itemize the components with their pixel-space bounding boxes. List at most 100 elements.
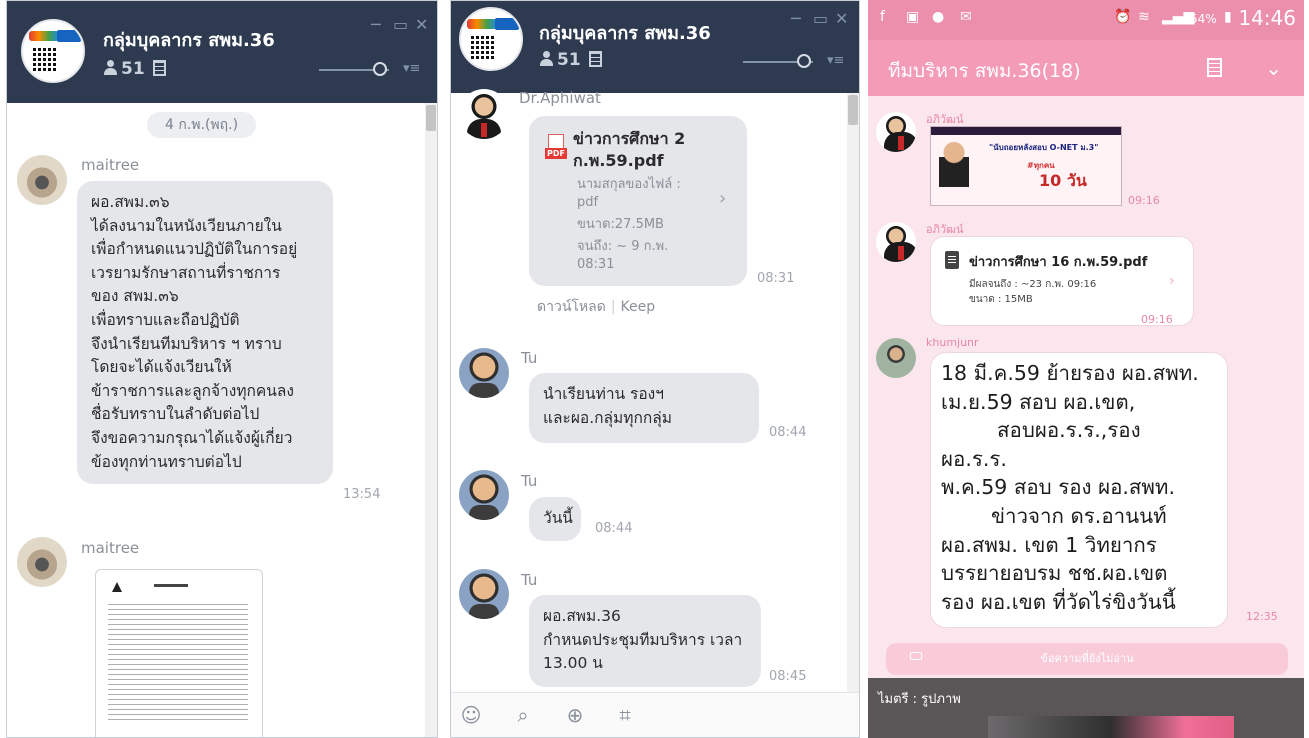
message-line: ข่าวจาก ดร.อานนท์ [991,503,1167,528]
file-name: ข่าวการศึกษา 2 ก.พ.59.pdf [573,129,686,170]
scrollbar[interactable] [425,103,437,737]
message-time: 08:31 [757,271,795,286]
message-line: นำเรียนท่าน รองฯ [543,385,664,403]
avatar[interactable] [17,537,67,587]
message-time: 09:16 [1128,194,1160,207]
message-line: เพื่อทราบและถือปฏิบัติ [91,310,240,329]
chat-title-bar: ทีมบริหาร สพม.36(18) ⌄ [868,40,1304,96]
chevron-right-icon[interactable]: › [719,188,726,209]
battery-level: 54% [1190,12,1217,26]
avatar[interactable] [876,112,916,152]
image-caption: "นับถอยหลังสอบ O-NET ม.3" [989,143,1099,152]
close-icon[interactable]: ✕ [415,15,428,34]
chat-title[interactable]: ทีมบริหาร สพม.36(18) [888,56,1081,86]
group-name[interactable]: กลุ่มบุคลากร สพม.36 [103,25,275,54]
message-line: จึงนำเรียนทีมบริหาร ฯ ทราบ [91,334,282,353]
group-avatar[interactable] [459,7,523,71]
image-preview-strip[interactable]: ไมตรี : รูปภาพ [868,678,1304,738]
group-avatar[interactable] [21,19,85,83]
message-time: 12:35 [1246,610,1278,623]
emoji-icon[interactable]: ☺ [459,703,483,727]
keep-link[interactable]: Keep [621,299,656,315]
mobile-chat-screen: f ▣ ● ✉ ⏰ ≋ ▂▄▆ 54% ▮ 14:46 ทีมบริหาร สพ… [868,0,1304,738]
zoom-slider-knob[interactable] [373,62,387,76]
file-message-card[interactable]: ข่าวการศึกษา 16 ก.พ.59.pdf มีผลจนถึง : ~… [930,236,1194,326]
attach-icon[interactable]: ⌕ [511,703,535,727]
message-line: ผอ.สพม. เขต 1 วิทยากร [941,532,1157,557]
chevron-right-icon[interactable]: › [1169,273,1175,289]
avatar[interactable] [459,348,509,398]
message-bubble[interactable]: ผอ.สพม.๓๖ ได้ลงนามในหนังเวียนภายใน เพื่อ… [77,181,333,485]
sender-name: khumjunr [926,336,979,349]
message-line: ข้าราชการและลูกจ้างทุกคนลง [91,381,294,400]
sender-name: maitree [81,539,140,557]
notes-icon[interactable] [588,51,602,67]
notes-icon[interactable] [152,60,166,76]
minimize-icon[interactable]: ─ [791,9,801,28]
message-time: 09:16 [1141,313,1173,326]
unread-messages-bar[interactable]: ข้อความที่ยังไม่อ่าน [886,643,1288,675]
avatar[interactable] [876,338,916,378]
notes-icon[interactable] [1207,58,1222,77]
close-icon[interactable]: ✕ [835,9,848,28]
message-line: โดยจะได้แจ้งเวียนให้ [91,358,232,377]
avatar[interactable] [459,569,509,619]
facebook-icon: f [880,9,885,25]
message-line: ผอ.ร.ร. [941,446,1007,471]
alarm-icon: ⏰ [1114,9,1132,25]
menu-icon[interactable]: ▾≡ [403,61,420,76]
file-meta: นามสกุลของไฟล์ : pdf ขนาด:27.5MB จนถึง: … [577,177,681,272]
sender-name: Tu [521,349,538,367]
maximize-icon[interactable]: ▭ [393,15,408,34]
message-line: ข้องทุกท่านทราบต่อไป [91,452,242,471]
avatar[interactable] [876,222,916,262]
group-name[interactable]: กลุ่มบุคลากร สพม.36 [539,18,711,47]
message-bubble[interactable]: วันนี้ [529,497,581,541]
message-bubble[interactable]: นำเรียนท่าน รองฯ และผอ.กลุ่มทุกกลุ่ม [529,373,759,443]
message-line: ผอ.สพม.๓๖ [91,193,170,211]
onet-countdown-image[interactable]: "นับถอยหลังสอบ O-NET ม.3" #ทุกคน 10 วัน [930,126,1122,206]
input-toolbar: ☺ ⌕ ⊕ ⌗ [451,692,859,737]
chat-window-left: กลุ่มบุคลากร สพม.36 51 ─ ▭ ✕ ▾≡ 4 ก.พ.(พ… [6,0,438,738]
message-time: 08:44 [595,521,633,536]
member-count[interactable]: 51 [539,50,602,70]
document-image[interactable] [95,569,263,737]
message-line: จึงขอความกรุณาได้แจ้งผู้เกี่ยว [91,428,293,447]
mail-icon: ✉ [960,9,972,25]
zoom-slider-knob[interactable] [797,54,811,68]
avatar[interactable] [459,470,509,520]
avatar[interactable] [17,155,67,205]
sender-name: maitree [81,156,140,174]
avatar[interactable] [459,89,509,139]
file-message-card[interactable]: PDF ข่าวการศึกษา 2 ก.พ.59.pdf นามสกุลของ… [529,116,747,286]
pdf-file-icon: PDF [545,134,567,162]
chevron-down-icon[interactable]: ⌄ [1265,56,1282,80]
file-actions: ดาวน์โหลด | Keep [537,299,656,315]
scrollbar[interactable] [847,93,859,693]
message-line: กำหนดประชุมทีมบริหาร เวลา [543,630,743,649]
chat-header: กลุ่มบุคลากร สพม.36 51 ─ ▭ ✕ ▾≡ [451,1,859,93]
message-time: 08:45 [769,669,807,684]
chat-header: กลุ่มบุคลากร สพม.36 51 ─ ▭ ✕ ▾≡ [7,1,437,103]
file-name: ข่าวการศึกษา 16 ก.พ.59.pdf [969,255,1148,270]
message-line: ชื่อรับทราบในลำดับต่อไป [91,405,260,424]
clock: 14:46 [1238,6,1296,30]
maximize-icon[interactable]: ▭ [813,9,828,28]
sender-name: Tu [521,571,538,589]
crop-icon[interactable]: ⌗ [613,703,637,727]
save-icon[interactable]: ⊕ [563,703,587,727]
menu-icon[interactable]: ▾≡ [827,53,844,68]
preview-label: ไมตรี : รูปภาพ [878,692,961,707]
message-line: เพื่อกำหนดแนวปฏิบัติในการอยู่ [91,240,298,259]
member-count[interactable]: 51 [103,59,166,79]
message-line: พ.ค.59 สอบ รอง ผอ.สพท. [941,475,1175,500]
gallery-icon: ▣ [906,9,920,25]
message-line: ได้ลงนามในหนังเวียนภายใน [91,216,282,235]
file-meta: มีผลจนถึง : ~23 ก.พ. 09:16 ขนาด : 15MB [969,279,1097,305]
message-line: บรรยายอบรม ชช.ผอ.เขต [941,561,1168,586]
message-bubble[interactable]: 18 มี.ค.59 ย้ายรอง ผอ.สพท. เม.ย.59 สอบ ผ… [930,352,1228,628]
download-link[interactable]: ดาวน์โหลด [537,299,606,315]
message-bubble[interactable]: ผอ.สพม.36 กำหนดประชุมทีมบริหาร เวลา 13.0… [529,595,761,687]
minimize-icon[interactable]: ─ [371,15,381,34]
person-icon [103,60,117,75]
